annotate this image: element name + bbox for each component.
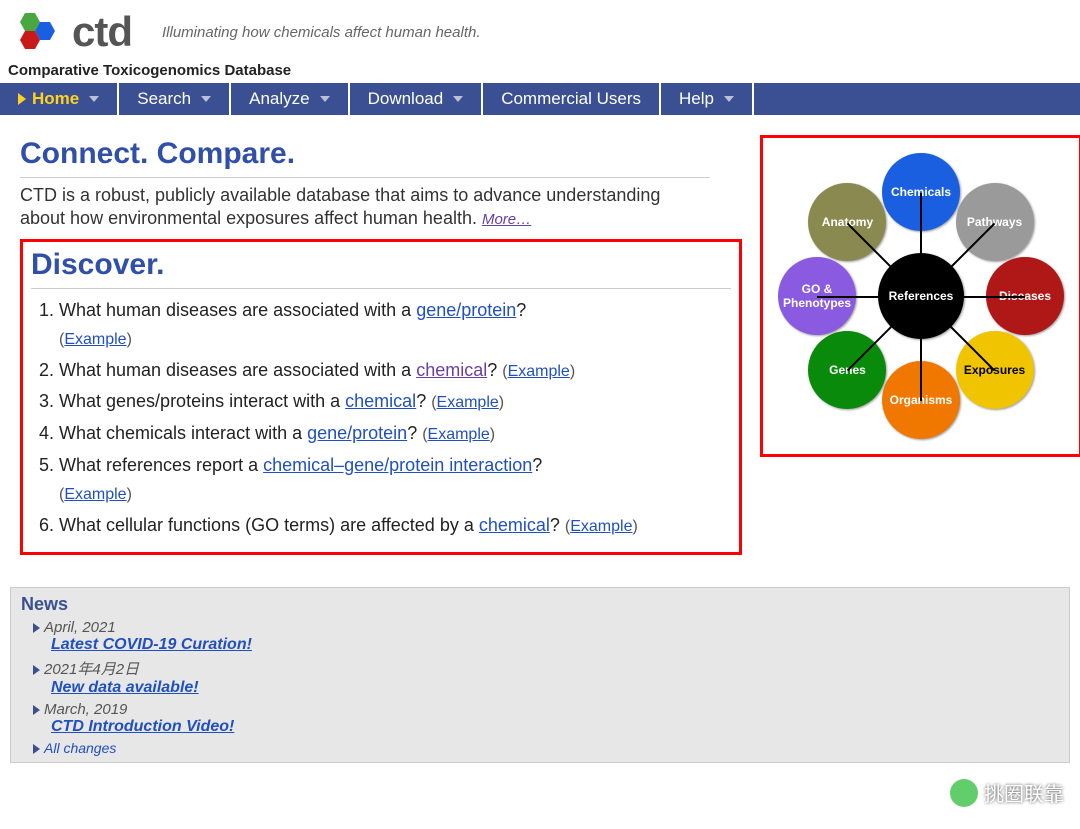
logo-text: ctd (72, 8, 132, 56)
discover-section: Discover. What human diseases are associ… (20, 239, 742, 555)
example-wrapper: (Example) (422, 426, 495, 443)
chevron-down-icon (89, 96, 99, 102)
discover-link[interactable]: chemical (345, 391, 416, 411)
discover-link[interactable]: chemical–gene/protein interaction (263, 455, 532, 475)
news-title: News (21, 594, 1059, 615)
header: ctd Illuminating how chemicals affect hu… (0, 0, 1080, 60)
nav-label: Help (679, 89, 714, 109)
triangle-icon (33, 705, 40, 715)
watermark: 挑圈联靠 (950, 778, 1064, 807)
example-link[interactable]: Example (437, 394, 499, 411)
discover-item: What genes/proteins interact with a chem… (59, 388, 731, 416)
news-date: 2021年4月2日 (44, 661, 139, 678)
hub-node-center[interactable]: References (878, 253, 964, 339)
triangle-icon (33, 623, 40, 633)
nav-download[interactable]: Download (350, 83, 484, 115)
triangle-icon (33, 744, 40, 754)
chevron-down-icon (201, 96, 211, 102)
ctd-hex-logo-icon (10, 9, 66, 55)
nav-label: Commercial Users (501, 89, 641, 109)
chevron-down-icon (724, 96, 734, 102)
wechat-icon (950, 779, 978, 807)
example-wrapper: (Example) (565, 518, 638, 535)
nav-label: Home (32, 89, 79, 109)
connect-compare-heading: Connect. Compare. (20, 137, 742, 171)
chevron-down-icon (453, 96, 463, 102)
news-headline-link[interactable]: Latest COVID-19 Curation! (51, 636, 1059, 654)
nav-label: Analyze (249, 89, 309, 109)
discover-heading: Discover. (31, 248, 731, 282)
main-content: Connect. Compare. CTD is a robust, publi… (0, 115, 1080, 569)
news-headline-link[interactable]: CTD Introduction Video! (51, 718, 1059, 736)
news-item: April, 2021Latest COVID-19 Curation! (33, 619, 1059, 654)
discover-link[interactable]: chemical (416, 360, 487, 380)
discover-item: What chemicals interact with a gene/prot… (59, 420, 731, 448)
example-wrapper: (Example) (59, 331, 132, 348)
example-link[interactable]: Example (570, 518, 632, 535)
discover-link[interactable]: gene/protein (307, 423, 407, 443)
example-link[interactable]: Example (428, 426, 490, 443)
news-date: April, 2021 (44, 619, 116, 636)
example-wrapper: (Example) (431, 394, 504, 411)
discover-link[interactable]: gene/protein (416, 300, 516, 320)
news-item: March, 2019CTD Introduction Video! (33, 701, 1059, 736)
discover-link[interactable]: chemical (479, 515, 550, 535)
intro-body: CTD is a robust, publicly available data… (20, 185, 660, 228)
nav-commercial-users[interactable]: Commercial Users (483, 83, 661, 115)
news-date: March, 2019 (44, 701, 127, 718)
news-headline-link[interactable]: New data available! (51, 679, 1059, 697)
tagline: Illuminating how chemicals affect human … (162, 24, 481, 41)
main-nav: Home Search Analyze Download Commercial User… (0, 83, 1080, 115)
example-link[interactable]: Example (64, 486, 126, 503)
nav-home[interactable]: Home (0, 83, 119, 115)
intro-text: CTD is a robust, publicly available data… (20, 177, 710, 231)
site-subtitle: Comparative Toxicogenomics Database (0, 60, 1080, 83)
all-changes-link[interactable]: All changes (33, 740, 1059, 756)
example-link[interactable]: Example (508, 363, 570, 380)
news-item: 2021年4月2日New data available! (33, 658, 1059, 697)
nav-search[interactable]: Search (119, 83, 231, 115)
discover-item: What human diseases are associated with … (59, 297, 731, 353)
discover-list: What human diseases are associated with … (35, 297, 731, 540)
example-link[interactable]: Example (64, 331, 126, 348)
nav-help[interactable]: Help (661, 83, 754, 115)
discover-item: What references report a chemical–gene/p… (59, 452, 731, 508)
hub-diagram-box: ChemicalsPathwaysDiseasesExposuresOrgani… (760, 135, 1080, 457)
nav-label: Download (368, 89, 444, 109)
example-wrapper: (Example) (59, 486, 132, 503)
nav-label: Search (137, 89, 191, 109)
discover-item: What human diseases are associated with … (59, 357, 731, 385)
chevron-down-icon (320, 96, 330, 102)
example-wrapper: (Example) (502, 363, 575, 380)
hub-diagram: ChemicalsPathwaysDiseasesExposuresOrgani… (771, 146, 1071, 446)
nav-active-arrow-icon (18, 93, 26, 105)
triangle-icon (33, 665, 40, 675)
more-link[interactable]: More… (482, 211, 531, 228)
logo[interactable]: ctd (10, 8, 132, 56)
news-panel: News April, 2021Latest COVID-19 Curation… (10, 587, 1070, 763)
discover-item: What cellular functions (GO terms) are a… (59, 512, 731, 540)
nav-analyze[interactable]: Analyze (231, 83, 349, 115)
